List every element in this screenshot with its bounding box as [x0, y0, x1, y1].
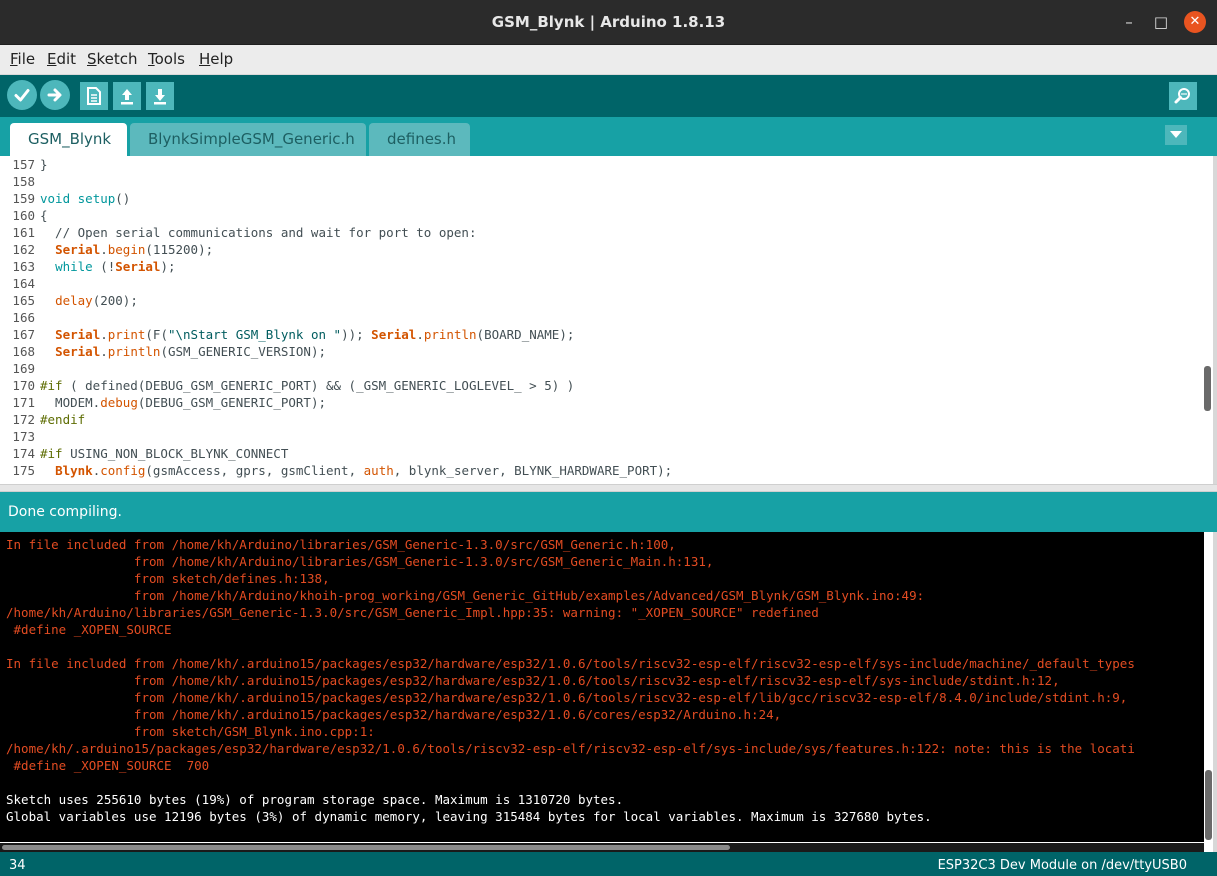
- tab-defines[interactable]: defines.h: [369, 123, 470, 156]
- console-line: from sketch/defines.h:138,: [6, 571, 330, 586]
- editor-vertical-scrollbar[interactable]: [1204, 366, 1211, 411]
- console-line: from /home/kh/Arduino/libraries/GSM_Gene…: [6, 554, 714, 569]
- menu-help[interactable]: Help: [199, 50, 233, 68]
- verify-icon: [14, 89, 30, 102]
- board-port-info: ESP32C3 Dev Module on /dev/ttyUSB0: [937, 858, 1187, 873]
- window-title: GSM_Blynk | Arduino 1.8.13: [491, 13, 726, 31]
- console-line: In file included from /home/kh/Arduino/l…: [6, 537, 676, 552]
- console-line: from /home/kh/.arduino15/packages/esp32/…: [6, 690, 1128, 705]
- console-output[interactable]: In file included from /home/kh/Arduino/l…: [0, 532, 1204, 842]
- console-line: In file included from /home/kh/.arduino1…: [6, 656, 1135, 671]
- menu-file[interactable]: File: [10, 50, 35, 68]
- toolbar: [0, 75, 1217, 117]
- status-message: Done compiling.: [8, 504, 122, 520]
- tab-blynksimplegsm-generic[interactable]: BlynkSimpleGSM_Generic.h: [130, 123, 366, 156]
- console-line: /home/kh/Arduino/libraries/GSM_Generic-1…: [6, 605, 819, 620]
- console-line: /home/kh/.arduino15/packages/esp32/hardw…: [6, 741, 1135, 756]
- open-icon: [121, 89, 133, 105]
- code-editor[interactable]: 157} 158 159 void setup() 160{ 161 // Ope…: [0, 156, 1217, 484]
- title-bar: GSM_Blynk | Arduino 1.8.13 – □ ✕: [0, 0, 1217, 45]
- console-line: #define _XOPEN_SOURCE: [6, 622, 172, 637]
- tab-bar: GSM_Blynk BlynkSimpleGSM_Generic.h defin…: [0, 117, 1217, 156]
- console-line: from /home/kh/.arduino15/packages/esp32/…: [6, 707, 782, 722]
- console-line: Sketch uses 255610 bytes (19%) of progra…: [6, 792, 624, 807]
- maximize-button[interactable]: □: [1150, 11, 1172, 33]
- tab-menu-button[interactable]: [1165, 125, 1187, 145]
- cursor-line-number: 34: [9, 858, 26, 873]
- close-button[interactable]: ✕: [1184, 11, 1206, 33]
- scrollbar-thumb[interactable]: [2, 845, 730, 850]
- menu-sketch[interactable]: Sketch: [87, 50, 138, 68]
- tab-gsm-blynk[interactable]: GSM_Blynk: [10, 123, 127, 156]
- console-horizontal-scrollbar[interactable]: [0, 843, 1204, 852]
- chevron-down-icon: [1170, 131, 1182, 138]
- console-line: from /home/kh/Arduino/khoih-prog_working…: [6, 588, 925, 603]
- menu-tools[interactable]: Tools: [148, 50, 185, 68]
- menu-bar: File Edit Sketch Tools Help: [0, 45, 1217, 75]
- new-icon: [87, 87, 101, 105]
- upload-icon: [47, 88, 62, 102]
- minimize-button[interactable]: –: [1118, 11, 1140, 33]
- save-button[interactable]: [146, 82, 174, 110]
- status-bar: Done compiling.: [0, 492, 1217, 532]
- save-icon: [154, 89, 166, 105]
- new-button[interactable]: [80, 82, 108, 110]
- menu-edit[interactable]: Edit: [47, 50, 76, 68]
- console-vertical-scrollbar[interactable]: [1205, 770, 1212, 840]
- serial-monitor-button[interactable]: [1169, 82, 1197, 110]
- open-button[interactable]: [113, 82, 141, 110]
- verify-button[interactable]: [7, 80, 37, 110]
- console-line: Global variables use 12196 bytes (3%) of…: [6, 809, 932, 824]
- serial-monitor-icon: [1174, 88, 1190, 104]
- console-line: from /home/kh/.arduino15/packages/esp32/…: [6, 673, 1060, 688]
- upload-button[interactable]: [40, 80, 70, 110]
- console-line: from sketch/GSM_Blynk.ino.cpp:1:: [6, 724, 375, 739]
- footer-bar: 34 ESP32C3 Dev Module on /dev/ttyUSB0: [0, 852, 1217, 876]
- console-line: #define _XOPEN_SOURCE 700: [6, 758, 210, 773]
- editor-console-divider[interactable]: [0, 484, 1217, 492]
